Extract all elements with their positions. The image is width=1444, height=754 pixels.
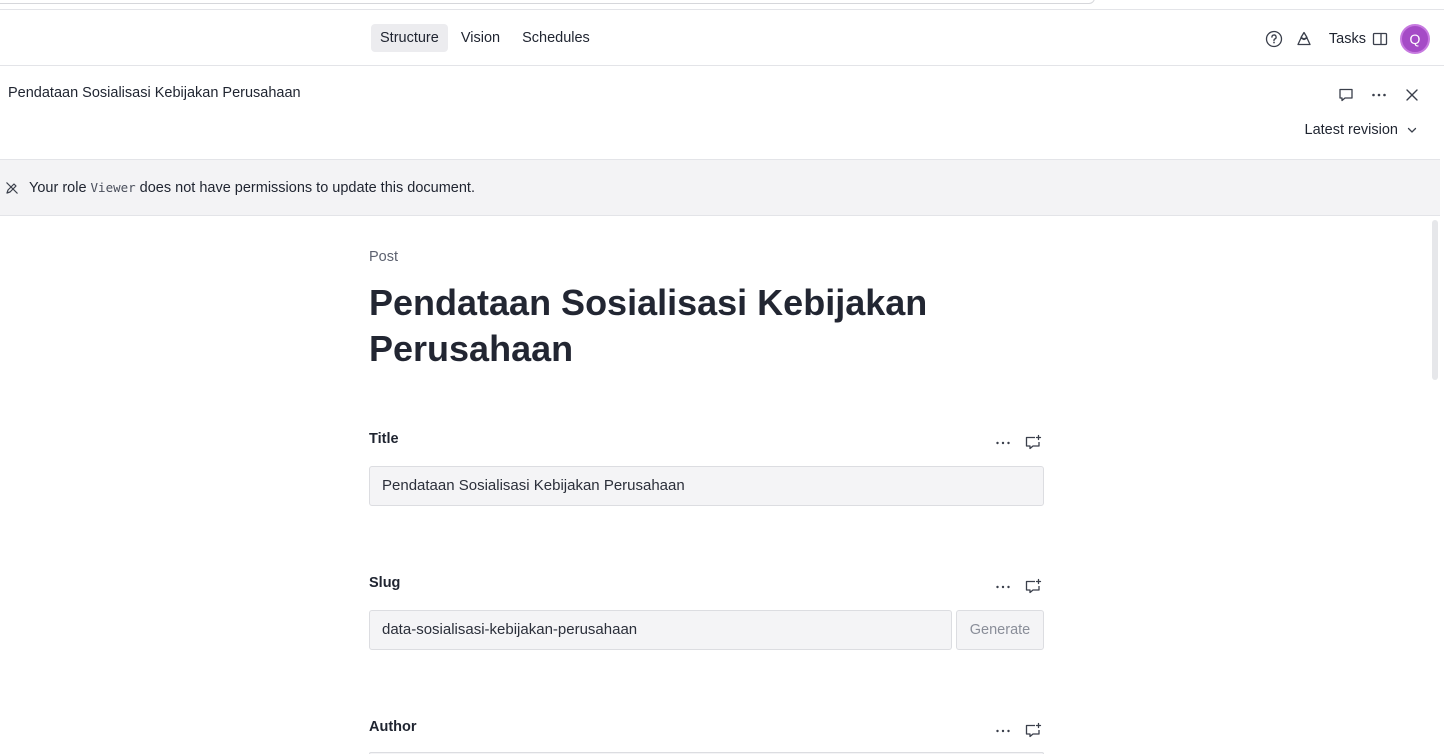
document-type: Post bbox=[369, 249, 399, 265]
tab-structure[interactable]: Structure bbox=[371, 24, 448, 52]
address-bar[interactable] bbox=[0, 0, 1095, 4]
presence-icon[interactable] bbox=[1289, 24, 1319, 54]
title-field-actions bbox=[992, 432, 1044, 454]
field-more-icon[interactable] bbox=[992, 720, 1014, 742]
banner-prefix: Your role bbox=[29, 179, 87, 196]
revision-selector[interactable]: Latest revision bbox=[1305, 122, 1419, 138]
author-field-label: Author bbox=[369, 719, 417, 735]
title-field-label: Title bbox=[369, 431, 399, 447]
tab-schedules[interactable]: Schedules bbox=[513, 24, 599, 52]
tasks-label: Tasks bbox=[1328, 31, 1366, 47]
edit-disabled-icon bbox=[6, 181, 18, 194]
field-more-icon[interactable] bbox=[992, 432, 1014, 454]
add-comment-icon[interactable] bbox=[1022, 720, 1044, 742]
slug-field-actions bbox=[992, 576, 1044, 598]
avatar[interactable]: Q bbox=[1400, 24, 1430, 54]
tool-tabs: Structure Vision Schedules bbox=[371, 24, 599, 52]
document-actions bbox=[1331, 80, 1427, 110]
more-options-icon[interactable] bbox=[1364, 80, 1394, 110]
tasks-button[interactable]: Tasks bbox=[1329, 31, 1388, 47]
document-header: Pendataan Sosialisasi Kebijakan Perusaha… bbox=[0, 66, 1440, 160]
top-navbar: Structure Vision Schedules Tasks Q bbox=[0, 10, 1444, 66]
comment-icon[interactable] bbox=[1331, 80, 1361, 110]
panel-icon bbox=[1372, 32, 1388, 46]
banner-suffix: does not have permissions to update this… bbox=[139, 179, 475, 196]
generate-button[interactable]: Generate bbox=[956, 610, 1044, 650]
help-icon[interactable] bbox=[1259, 24, 1289, 54]
banner-role: Viewer bbox=[90, 180, 136, 195]
scrollbar[interactable] bbox=[1432, 220, 1438, 380]
navbar-actions: Tasks Q bbox=[1259, 24, 1430, 54]
field-more-icon[interactable] bbox=[992, 576, 1014, 598]
title-input[interactable]: Pendataan Sosialisasi Kebijakan Perusaha… bbox=[369, 466, 1044, 506]
permission-banner: Your role Viewer does not have permissio… bbox=[0, 160, 1440, 216]
browser-chrome bbox=[0, 0, 1444, 10]
document-header-title: Pendataan Sosialisasi Kebijakan Perusaha… bbox=[8, 85, 301, 101]
revision-label: Latest revision bbox=[1304, 122, 1399, 138]
add-comment-icon[interactable] bbox=[1022, 432, 1044, 454]
slug-input[interactable]: data-sosialisasi-kebijakan-perusahaan bbox=[369, 610, 952, 650]
chevron-down-icon bbox=[1407, 127, 1417, 133]
slug-field-label: Slug bbox=[369, 575, 401, 591]
add-comment-icon[interactable] bbox=[1022, 576, 1044, 598]
tab-vision[interactable]: Vision bbox=[452, 24, 509, 52]
page-title: Pendataan Sosialisasi Kebijakan Perusaha… bbox=[369, 282, 928, 369]
author-field-actions bbox=[992, 720, 1044, 742]
close-icon[interactable] bbox=[1397, 80, 1427, 110]
